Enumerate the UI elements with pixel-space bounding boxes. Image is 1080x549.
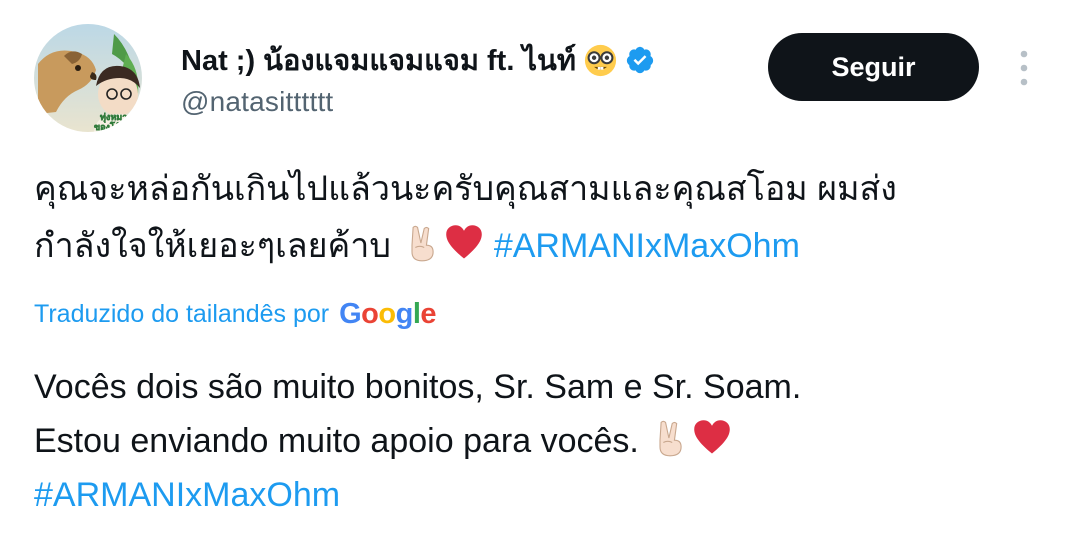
tweet-text-segment: กำลังใจให้เยอะๆเลยค้าบ: [34, 227, 391, 265]
nerd-face-icon: [584, 44, 617, 76]
hashtag-link[interactable]: #ARMANIxMaxOhm: [494, 227, 800, 265]
avatar-image: ทุ่งหมา ของโอ๊ะ: [34, 24, 142, 132]
victory-hand-icon: [659, 420, 682, 457]
name-row: Nat ;) น้องแจมแจมแจม ft. ไนท์: [181, 40, 741, 80]
tweet-text-line: กำลังใจให้เยอะๆเลยค้าบ #ARMANIxMaxOhm: [34, 218, 1044, 275]
svg-text:ของโอ๊ะ: ของโอ๊ะ: [94, 121, 125, 132]
red-heart-icon: [694, 420, 731, 454]
more-vertical-icon[interactable]: [1013, 48, 1035, 88]
google-logo: Google: [339, 298, 437, 330]
victory-hand-icon: [411, 225, 435, 262]
translated-text-segment: Estou enviando muito apoio para vocês.: [34, 422, 639, 460]
translated-text-line: #ARMANIxMaxOhm: [34, 468, 1044, 522]
hashtag-link[interactable]: #ARMANIxMaxOhm: [34, 476, 340, 514]
translated-text-line: Vocês dois são muito bonitos, Sr. Sam e …: [34, 368, 802, 406]
red-heart-icon: [446, 225, 483, 259]
tweet-text: คุณจะหล่อกันเกินไปแล้วนะครับคุณสามและคุณ…: [34, 161, 1044, 275]
follow-button[interactable]: Seguir: [768, 33, 979, 101]
svg-text:ทุ่งหมา: ทุ่งหมา: [100, 112, 127, 123]
display-name[interactable]: Nat ;) น้องแจมแจมแจม ft. ไนท์: [181, 37, 576, 83]
user-handle[interactable]: @natasitttttt: [181, 86, 741, 118]
tweet-text-line: คุณจะหล่อกันเกินไปแล้วนะครับคุณสามและคุณ…: [34, 170, 897, 208]
translation-attribution: Traduzido do tailandês por Google: [34, 298, 437, 331]
verified-icon[interactable]: [625, 45, 655, 75]
avatar[interactable]: ทุ่งหมา ของโอ๊ะ: [34, 24, 142, 132]
translated-text: Vocês dois são muito bonitos, Sr. Sam e …: [34, 360, 1044, 522]
tweet-header: Nat ;) น้องแจมแจมแจม ft. ไนท์ @natasittt…: [181, 40, 741, 118]
translated-text-line: Estou enviando muito apoio para vocês.: [34, 414, 1044, 468]
translation-label[interactable]: Traduzido do tailandês por: [34, 300, 329, 329]
